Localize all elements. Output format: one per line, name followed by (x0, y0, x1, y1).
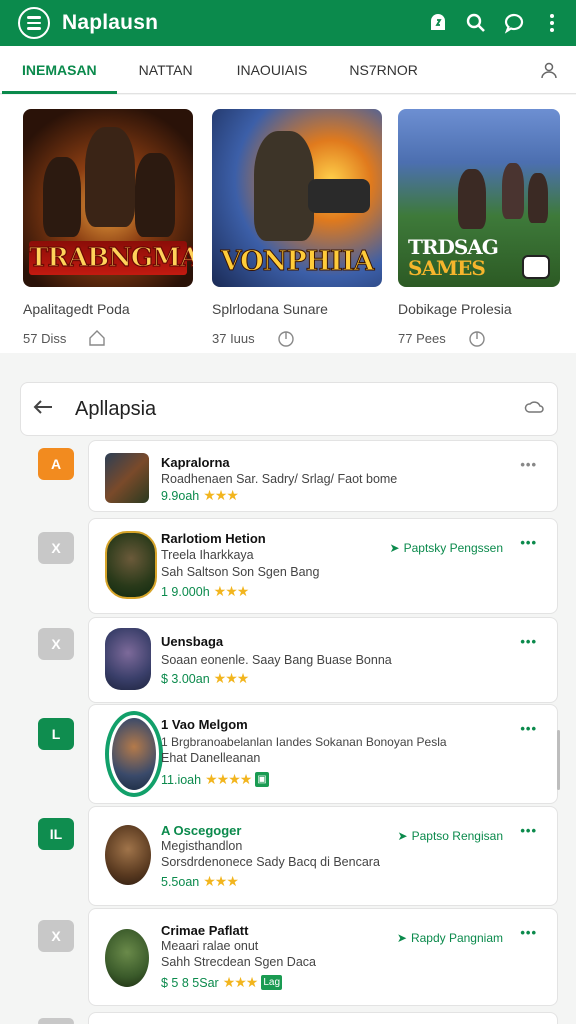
featured-card[interactable]: TRABNGMAA Apalitagedt Poda 57 Diss (23, 109, 193, 349)
item-name: Crimae Paflatt (161, 923, 249, 938)
item-subtitle: Roadhenaen Sar. Sadry/ Srlag/ Faot bome (161, 472, 398, 486)
tab-4[interactable]: NS7RNOR (349, 46, 417, 94)
item-subtitle: Megisthandlon (161, 839, 243, 853)
item-tag[interactable]: Paptsky Pengssen (404, 541, 503, 555)
item-description: Sorsdrdenonece Sady Bacq di Bencara (161, 855, 380, 869)
list-item[interactable]: Uensbaga Soaan eonenle. Saay Bang Buase … (88, 617, 558, 703)
back-arrow-icon[interactable] (33, 399, 53, 420)
featured-name: Apalitagedt Poda (23, 301, 130, 317)
star-rating: ★★★★ (205, 771, 252, 787)
more-options-button[interactable]: ••• (520, 458, 537, 471)
list-item[interactable]: A Oscegoger Megisthandlon Sorsdrdenonece… (88, 806, 558, 906)
item-rating: 11.ioah (161, 772, 202, 787)
star-rating: ★★★ (203, 487, 239, 503)
rank-badge (38, 1018, 74, 1024)
featured-name: Dobikage Prolesia (398, 301, 512, 317)
rank-badge: X (38, 920, 74, 952)
user-icon[interactable] (540, 46, 558, 94)
scrollbar[interactable] (557, 730, 560, 790)
more-options-button[interactable]: ••• (520, 926, 537, 939)
item-tag[interactable]: Paptso Rengisan (412, 829, 503, 843)
featured-art-text: VONPHIIA (220, 246, 375, 277)
more-options-button[interactable]: ••• (520, 536, 537, 549)
app-title: Naplausn (62, 11, 159, 34)
featured-artwork: TRABNGMAA (23, 109, 193, 287)
item-name: 1 Vao Melgom (161, 717, 248, 732)
item-rating: 5.5oan (161, 874, 200, 889)
leaf-icon: ➤ (389, 541, 400, 555)
item-subtitle: Meaari ralae onut (161, 939, 259, 953)
more-vert-icon[interactable] (540, 11, 564, 35)
app-thumbnail (105, 628, 151, 690)
app-thumbnail (105, 711, 163, 797)
item-rating: $ 3.00an (161, 671, 210, 686)
search-icon[interactable] (464, 11, 488, 35)
item-description: Sah Saltson Son Sgen Bang (161, 565, 320, 579)
item-name: Rarlotiom Hetion (161, 531, 266, 546)
menu-icon[interactable] (18, 7, 50, 39)
list-item[interactable]: Crimae Paflatt Meaari ralae onut Sahh St… (88, 908, 558, 1006)
tab-2[interactable]: NATTAN (139, 46, 193, 94)
tab-1[interactable]: INEMASAN (2, 46, 117, 94)
featured-card[interactable]: TRDSAG SAMES Dobikage Prolesia 77 Pees (398, 109, 568, 349)
featured-artwork: TRDSAG SAMES (398, 109, 560, 287)
featured-artwork: VONPHIIA (212, 109, 382, 287)
logo-badge-icon (522, 255, 550, 279)
tap-icon[interactable] (275, 327, 297, 349)
featured-name: Splrlodana Sunare (212, 301, 328, 317)
home-icon[interactable] (86, 327, 108, 349)
tab-bar: INEMASAN NATTAN INAOUIAIS NS7RNOR (0, 46, 576, 94)
featured-card[interactable]: VONPHIIA Splrlodana Sunare 37 Iuus (212, 109, 382, 349)
tab-3[interactable]: INAOUIAIS (237, 46, 308, 94)
leaf-icon: ➤ (396, 931, 407, 945)
item-rating: 9.9oah (161, 488, 200, 503)
cloud-icon[interactable] (523, 398, 545, 421)
list-item[interactable] (88, 1012, 558, 1024)
more-options-button[interactable]: ••• (520, 722, 537, 735)
app-thumbnail (105, 531, 157, 599)
rank-badge: X (38, 532, 74, 564)
star-rating: ★★★ (213, 583, 250, 599)
item-name: Uensbaga (161, 634, 224, 649)
rank-badge: X (38, 628, 74, 660)
featured-meta: 57 Diss (23, 330, 67, 346)
star-rating: ★★★ (213, 670, 250, 686)
list-item[interactable]: 1 Vao Melgom 1 Brgbranoabelanlan Iandes … (88, 704, 558, 804)
item-subtitle: Soaan eonenle. Saay Bang Buase Bonna (161, 653, 392, 667)
star-rating: ★★★ (203, 873, 239, 889)
item-description: Ehat Danelleanan (161, 751, 261, 765)
rank-badge: L (38, 718, 74, 750)
rank-badge: IL (38, 818, 74, 850)
section-title: Apllapsia (75, 397, 157, 420)
app-bar: Naplausn (0, 0, 576, 46)
app-thumbnail (105, 825, 151, 885)
section-header: Apllapsia (20, 382, 558, 436)
list-item[interactable]: Rarlotiom Hetion Treela Iharkkaya Sah Sa… (88, 518, 558, 614)
item-rating: 1 9.000h (161, 584, 210, 599)
featured-art-text: TRABNGMAA (28, 241, 193, 275)
list-item[interactable]: Kapralorna Roadhenaen Sar. Sadry/ Srlag/… (88, 440, 558, 512)
item-name: A Oscegoger (161, 823, 242, 838)
tap-icon[interactable] (466, 327, 488, 349)
item-description: Sahh Strecdean Sgen Daca (161, 955, 316, 969)
chat-icon[interactable] (502, 11, 526, 35)
featured-meta: 77 Pees (398, 330, 446, 346)
featured-meta: 37 Iuus (212, 330, 255, 346)
featured-section: TRABNGMAA Apalitagedt Poda 57 Diss VONPH… (0, 95, 576, 353)
item-tag[interactable]: Rapdy Pangniam (411, 931, 503, 945)
item-subtitle: 1 Brgbranoabelanlan Iandes Sokanan Bonoy… (161, 735, 447, 749)
badge-icon: ▣ (255, 772, 269, 787)
more-options-button[interactable]: ••• (520, 824, 537, 837)
item-subtitle: Treela Iharkkaya (161, 548, 254, 562)
item-name: Kapralorna (161, 455, 230, 470)
rank-badge: A (38, 448, 74, 480)
leaf-icon: ➤ (397, 829, 408, 843)
more-options-button[interactable]: ••• (520, 635, 537, 648)
notification-icon[interactable] (426, 11, 450, 35)
badge-icon: Lag (261, 975, 283, 990)
star-rating: ★★★ (222, 974, 259, 990)
item-rating: $ 5 8 5Sar (161, 975, 219, 990)
app-thumbnail (105, 453, 149, 503)
app-thumbnail (105, 929, 149, 987)
